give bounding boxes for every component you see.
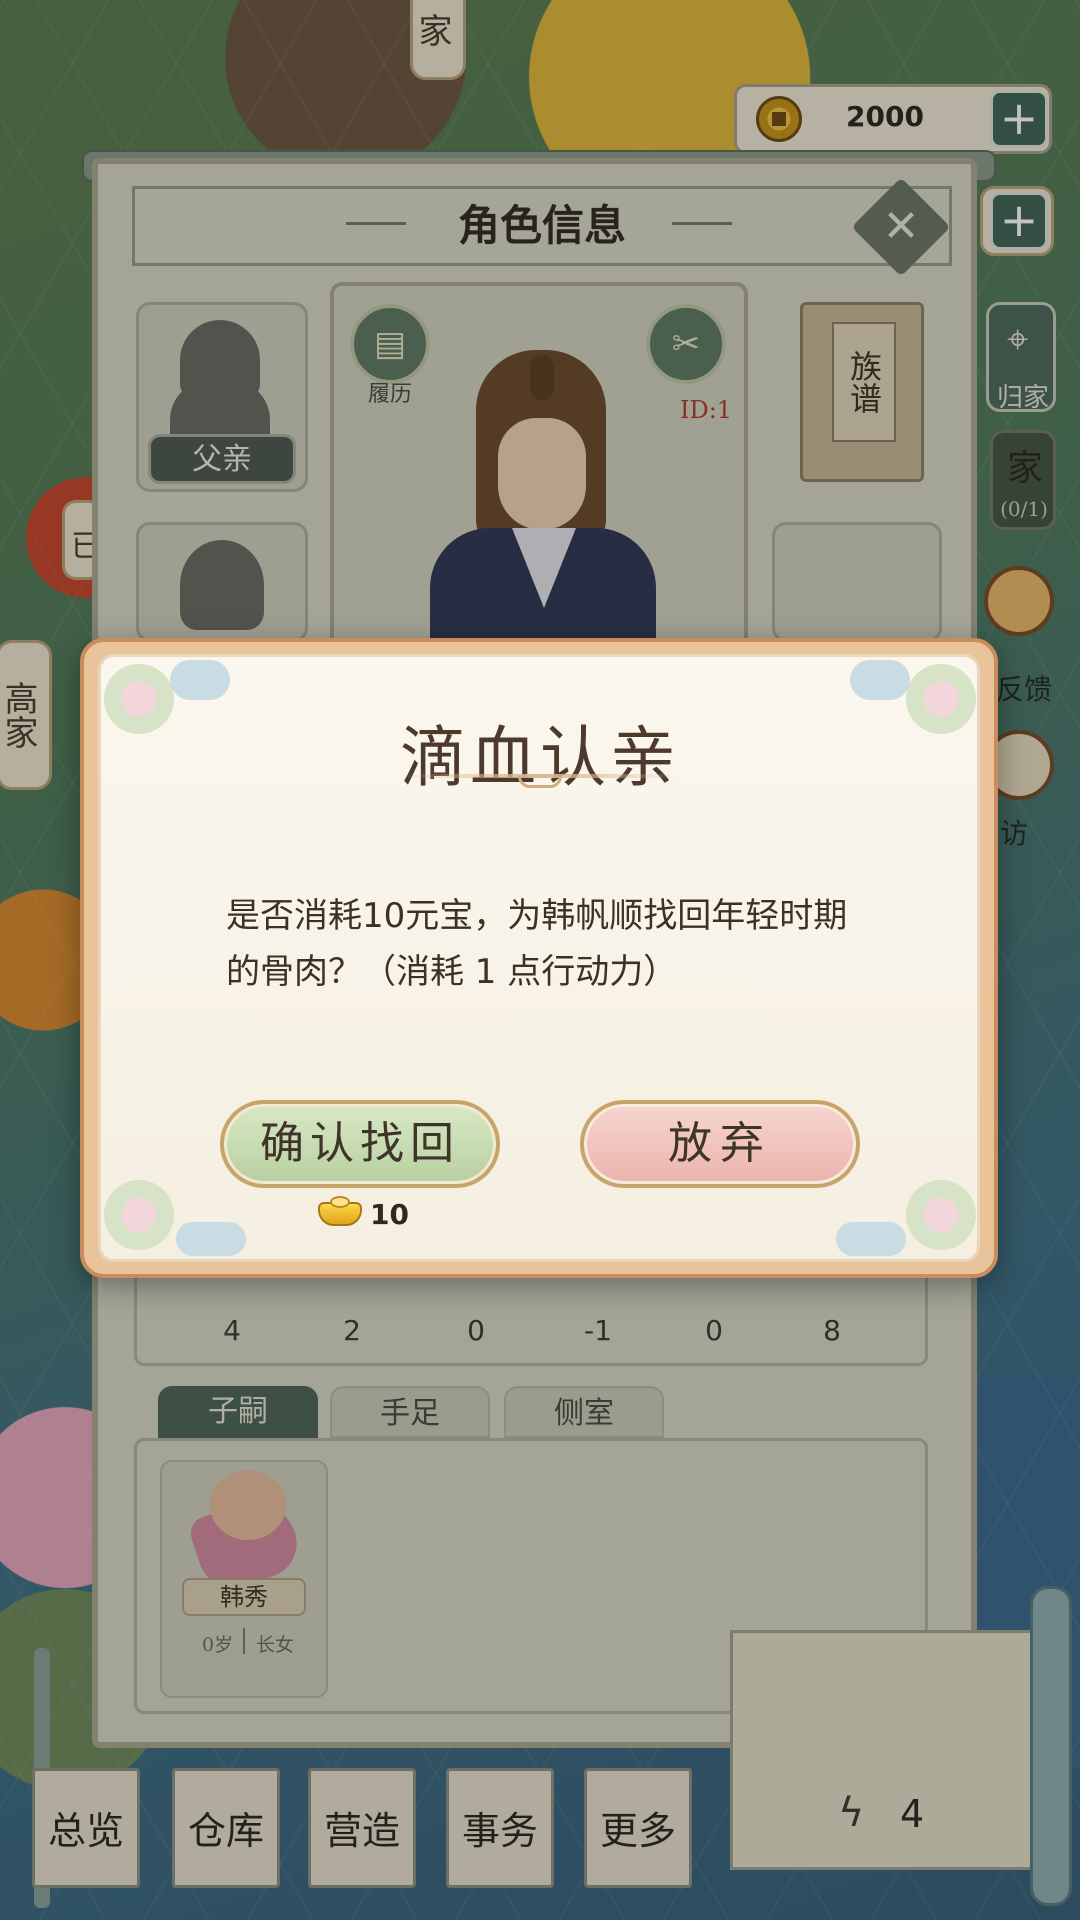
corner-cloud-tr [850,660,910,700]
gold-ingot-top [330,1196,350,1208]
dialog-message: 是否消耗10元宝，为韩帆顺找回年轻时期的骨肉？（消耗 1 点行动力） [226,896,848,992]
corner-cloud-br [836,1222,906,1256]
title-swirl-ornament [518,776,562,788]
corner-cloud-bl [176,1222,246,1256]
corner-flower-br [906,1180,976,1250]
corner-cloud-tl [170,660,230,700]
confirm-cost: 10 [370,1198,409,1231]
give-up-button[interactable]: 放弃 [580,1100,860,1188]
confirm-retrieve-button[interactable]: 确认找回 [220,1100,500,1188]
corner-flower-bl [104,1180,174,1250]
